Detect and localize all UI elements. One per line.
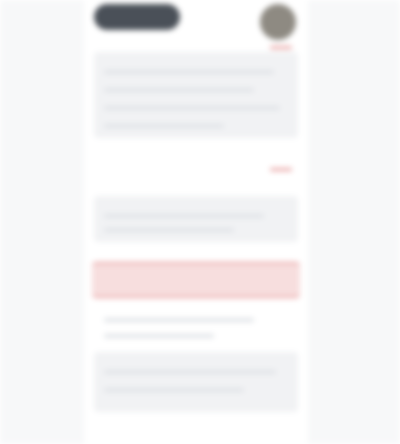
text-line: [104, 370, 276, 374]
text-line: [104, 70, 274, 74]
text-line: [104, 124, 224, 128]
accent-line-top: [270, 46, 292, 49]
logo[interactable]: [94, 4, 180, 30]
left-margin: [0, 0, 84, 444]
text-line: [104, 334, 214, 338]
accent-line-middle: [270, 168, 292, 171]
text-line: [104, 228, 234, 232]
text-line: [104, 388, 244, 392]
avatar[interactable]: [260, 4, 296, 40]
text-line: [104, 106, 280, 110]
alert-banner[interactable]: [92, 262, 300, 298]
text-line: [104, 318, 254, 322]
content-panel: [94, 352, 298, 412]
text-line: [104, 214, 264, 218]
text-line: [104, 88, 254, 92]
content-panel: [94, 196, 298, 242]
blurred-screen: [0, 0, 400, 444]
content-card: [84, 0, 308, 444]
right-margin: [308, 0, 400, 444]
